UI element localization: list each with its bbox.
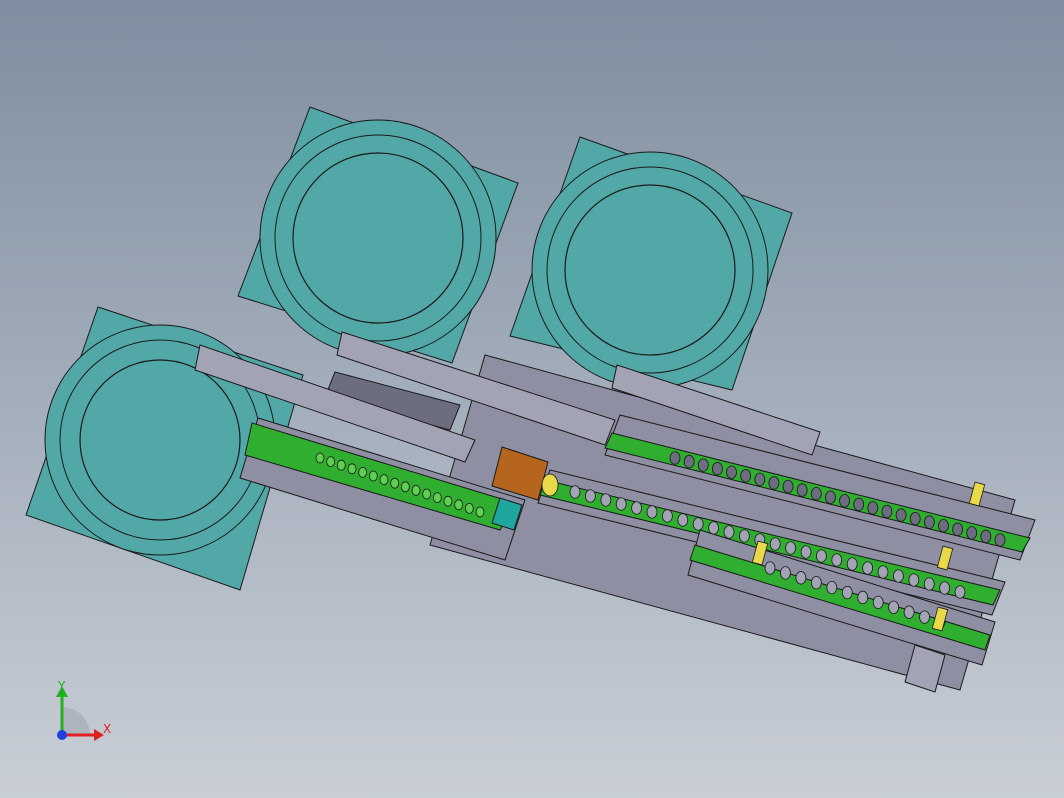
track-hole [764,561,776,575]
track-hole [867,501,879,515]
track-hole [846,557,858,571]
track-hole [877,565,889,579]
track-hole [888,600,900,614]
track-hole [825,490,836,504]
track-hole [683,454,695,469]
track-hole [326,456,336,468]
track-hole [723,525,735,539]
track-hole [881,504,893,519]
track-hole [677,513,689,527]
track-hole [810,576,822,590]
track-hole [411,484,421,496]
track-hole [780,566,791,580]
track-hole [769,537,781,551]
track-hole [692,517,704,531]
x-axis-label: X [103,722,111,736]
track-hole [631,501,642,515]
track-hole [903,605,915,619]
track-hole [952,522,964,536]
z-axis-dot [57,730,67,740]
track-hole [443,495,453,507]
track-hole [600,493,612,507]
track-hole [726,465,737,479]
track-hole [585,489,596,503]
track-hole [358,466,368,478]
track-hole [740,469,752,483]
track-hole [800,545,812,559]
track-hole [390,477,400,489]
track-hole [872,595,884,610]
assembly-drawing[interactable]: Y X [0,0,1064,798]
cad-viewport[interactable]: Y X [0,0,1064,798]
track-hole [923,515,935,529]
track-hole [475,506,485,518]
track-hole [662,509,673,523]
track-hole [400,481,410,493]
track-hole [711,462,723,476]
track-hole [315,452,325,464]
track-hole [994,533,1006,547]
track-hole [980,529,992,544]
track-hole [368,470,378,482]
track-hole [754,472,766,487]
track-hole [697,458,709,472]
track-hole [826,580,838,595]
track-hole [862,561,873,575]
track-hole [919,610,930,624]
track-hole [739,529,750,543]
track-hole [909,511,921,526]
track-hole [422,488,432,500]
track-hole [816,549,827,563]
track-hole [810,487,822,501]
track-hole [768,476,780,490]
track-hole [336,459,346,471]
track-hole [923,577,935,591]
track-hole [464,502,474,514]
track-hole [954,585,966,599]
track-hole [708,521,719,535]
track-hole [893,569,904,583]
track-hole [795,571,807,585]
track-hole [857,590,869,605]
track-hole [938,519,949,533]
track-hole [895,508,907,522]
track-hole [839,494,850,508]
track-hole [785,541,796,555]
track-hole [782,479,794,494]
track-hole [908,573,920,587]
track-hole [432,492,442,504]
y-axis-label: Y [57,679,66,693]
track-hole [615,497,627,511]
track-hole [841,585,853,600]
track-hole [347,463,357,475]
track-hole [454,499,464,511]
track-hole [853,497,865,511]
track-hole [569,485,581,499]
track-hole [669,451,681,465]
track-hole [796,483,808,497]
track-hole [379,474,389,486]
track-hole [939,581,950,595]
track-hole [831,553,843,567]
track-hole [646,505,658,519]
track-hole [966,526,978,540]
